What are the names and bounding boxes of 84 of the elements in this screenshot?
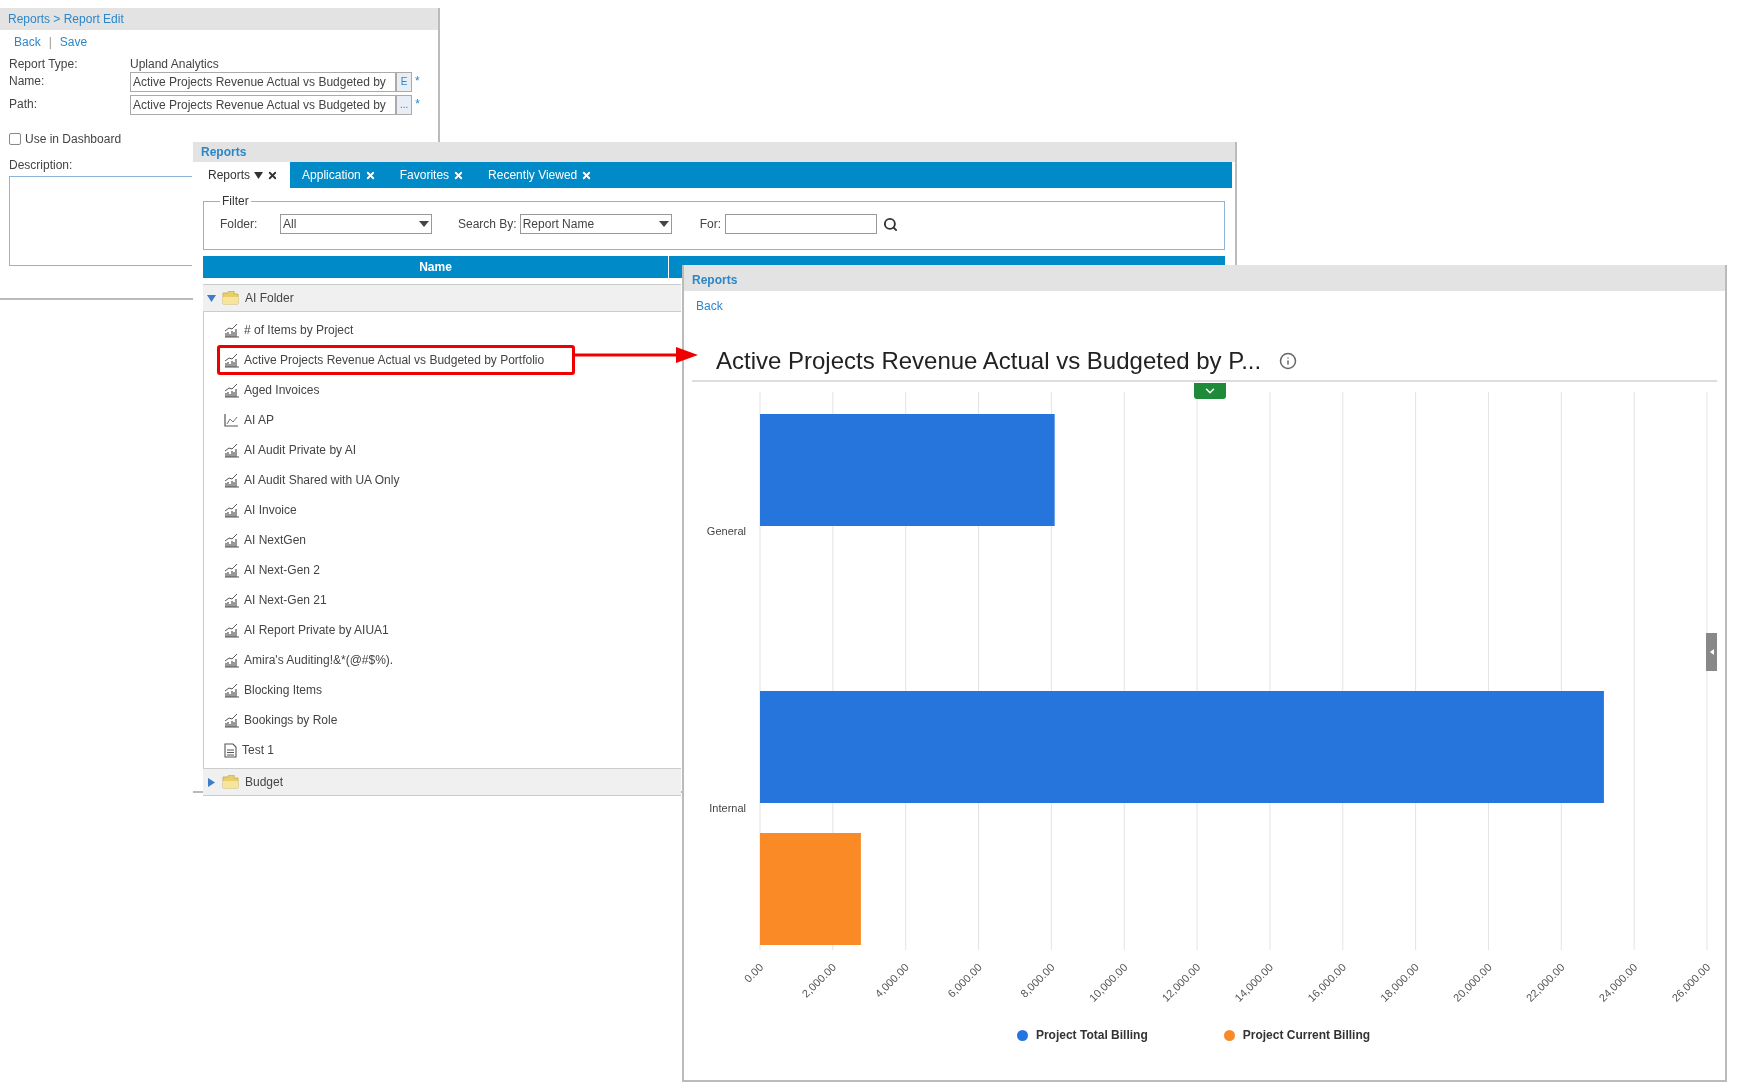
window-title: Reports bbox=[692, 272, 738, 289]
save-link[interactable]: Save bbox=[59, 33, 88, 51]
back-link[interactable]: Back bbox=[14, 33, 41, 51]
folder-name: AI Folder bbox=[245, 290, 294, 307]
bar-chart-icon bbox=[224, 382, 239, 398]
report-item[interactable]: Test 1 bbox=[217, 735, 281, 765]
text-field[interactable]: Active Projects Revenue Actual vs Budgeted by bbox=[130, 95, 396, 115]
folder-row[interactable]: Budget bbox=[203, 768, 681, 796]
report-item[interactable]: AI Audit Private by AI bbox=[217, 435, 364, 465]
report-item[interactable]: AI Invoice bbox=[217, 495, 304, 525]
text-field[interactable]: Active Projects Revenue Actual vs Budgeted by bbox=[130, 72, 396, 92]
collapse-button[interactable] bbox=[1194, 383, 1226, 399]
bar-chart-icon bbox=[224, 562, 239, 578]
collapsed-arrow-icon[interactable] bbox=[207, 777, 216, 787]
folder-row[interactable]: AI Folder bbox=[203, 284, 681, 312]
bar-chart-icon bbox=[224, 532, 239, 548]
folder-label: Folder: bbox=[220, 216, 259, 233]
search-by-select[interactable]: Report Name bbox=[519, 214, 672, 234]
left-arrow-icon bbox=[1709, 649, 1714, 655]
window-title: Reports bbox=[201, 144, 247, 161]
description-field[interactable] bbox=[9, 176, 192, 266]
legend-label[interactable]: Project Total Billing bbox=[1035, 1026, 1148, 1044]
category-label: Internal bbox=[709, 801, 746, 814]
caret-icon bbox=[658, 221, 669, 227]
field-label: Report Type: bbox=[9, 56, 79, 73]
axis-tick-label: 0.00 bbox=[741, 960, 766, 985]
folder-select[interactable]: All bbox=[280, 214, 432, 234]
required-mark: * bbox=[415, 96, 420, 113]
required-mark: * bbox=[415, 73, 420, 90]
bar-chart-icon bbox=[224, 502, 239, 518]
tab[interactable]: Recently Viewed bbox=[476, 162, 605, 188]
field-button[interactable]: ... bbox=[396, 95, 413, 115]
tab[interactable]: Reports bbox=[196, 162, 291, 188]
bar-chart-icon bbox=[224, 622, 239, 638]
tab[interactable]: Favorites bbox=[387, 162, 477, 188]
search-field[interactable] bbox=[725, 214, 878, 234]
bar-chart-icon bbox=[224, 652, 239, 668]
report-item[interactable]: AI Report Private by AIUA1 bbox=[217, 615, 396, 645]
back-link[interactable]: Back bbox=[696, 299, 723, 313]
document-icon bbox=[224, 742, 237, 758]
legend-label[interactable]: Project Current Billing bbox=[1242, 1026, 1371, 1044]
folder-name: Budget bbox=[245, 774, 284, 791]
report-item[interactable]: Active Projects Revenue Actual vs Budgeted by Portfolio bbox=[217, 345, 575, 375]
search-by-label: Search By: bbox=[458, 216, 517, 233]
checkbox-label: Use in Dashboard bbox=[25, 131, 122, 148]
report-item[interactable]: Blocking Items bbox=[217, 675, 330, 705]
bar-chart-icon bbox=[224, 682, 239, 698]
info-icon[interactable] bbox=[1279, 352, 1298, 370]
separator: | bbox=[48, 34, 52, 51]
tab[interactable]: Application bbox=[290, 162, 388, 188]
folder-icon bbox=[222, 291, 239, 305]
report-item[interactable]: AI Audit Shared with UA Only bbox=[217, 465, 407, 495]
report-item[interactable]: AI NextGen bbox=[217, 525, 314, 555]
bar-chart-icon bbox=[224, 472, 239, 488]
report-item[interactable]: AI AP bbox=[217, 405, 282, 435]
field-label: Description: bbox=[9, 158, 73, 172]
for-label: For: bbox=[699, 216, 722, 233]
column-header[interactable]: Name bbox=[203, 256, 669, 278]
caret-icon bbox=[419, 221, 429, 227]
bar-chart-icon bbox=[224, 442, 239, 458]
field-label: Path: bbox=[9, 96, 39, 113]
report-item[interactable]: AI Next-Gen 21 bbox=[217, 585, 334, 615]
filter-legend: Filter bbox=[220, 192, 251, 210]
side-panel-handle[interactable] bbox=[1706, 633, 1717, 671]
bar-chart-icon bbox=[224, 352, 239, 368]
bar-chart-icon bbox=[224, 322, 239, 338]
checkbox[interactable] bbox=[9, 133, 21, 145]
report-item[interactable]: Aged Invoices bbox=[217, 375, 327, 405]
search-icon[interactable] bbox=[883, 216, 899, 232]
line-chart-icon bbox=[224, 413, 239, 427]
bar-chart-icon bbox=[224, 592, 239, 608]
caret-icon[interactable] bbox=[254, 171, 264, 179]
report-item[interactable]: AI Next-Gen 2 bbox=[217, 555, 328, 585]
bar-chart-icon bbox=[224, 712, 239, 728]
expanded-arrow-icon[interactable] bbox=[207, 293, 216, 303]
field-value: Upland Analytics bbox=[130, 56, 219, 73]
report-item[interactable]: Amira's Auditing!&*(@#$%). bbox=[217, 645, 401, 675]
field-label: Name: bbox=[9, 73, 46, 90]
report-item[interactable]: # of Items by Project bbox=[217, 315, 361, 345]
close-icon[interactable] bbox=[267, 169, 279, 181]
report-title: Active Projects Revenue Actual vs Budgeted by P... bbox=[716, 346, 1262, 376]
report-item[interactable]: Bookings by Role bbox=[217, 705, 345, 735]
category-label: General bbox=[706, 524, 746, 537]
folder-icon bbox=[222, 775, 239, 789]
